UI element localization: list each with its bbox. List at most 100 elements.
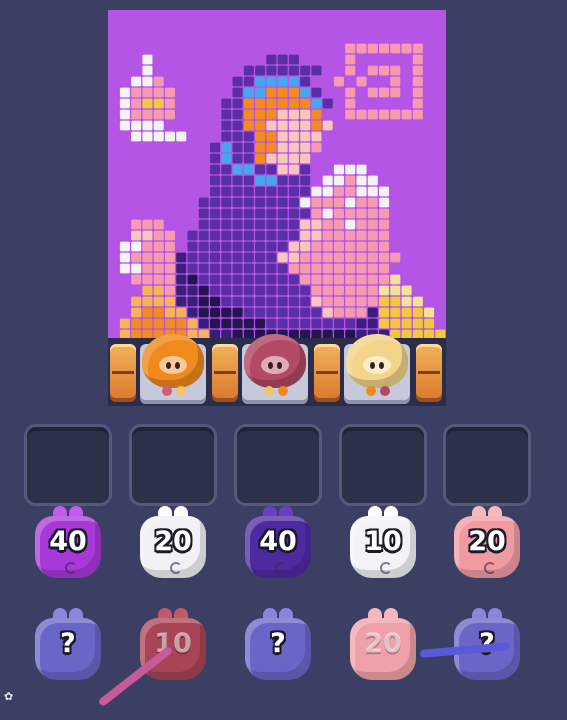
piggy-bank-front-2[interactable]: 20 [140, 506, 206, 578]
pixel-cell [131, 307, 142, 318]
pixel-cell [277, 241, 288, 252]
pixel-cell [221, 153, 232, 164]
piggy-bank-front-4[interactable]: 10 [350, 506, 416, 578]
pixel-cell [379, 230, 390, 241]
pixel-cell [142, 296, 153, 307]
pixel-cell [176, 120, 187, 131]
pixel-cell [288, 76, 299, 87]
pixel-cell [311, 318, 322, 329]
pixel-cell [345, 98, 356, 109]
pixel-cell [401, 76, 412, 87]
pixel-cell [153, 307, 164, 318]
pixel-art-grid [108, 10, 446, 340]
pixel-cell [333, 21, 344, 32]
empty-slot-5[interactable] [443, 424, 531, 506]
empty-slot-4[interactable] [339, 424, 427, 506]
pixel-cell [119, 263, 130, 274]
pixel-cell [108, 43, 119, 54]
pixel-cell [424, 318, 435, 329]
pixel-cell [210, 219, 221, 230]
empty-slot-3[interactable] [234, 424, 322, 506]
pixel-cell [243, 274, 254, 285]
pixel-cell [345, 252, 356, 263]
pixel-cell [232, 153, 243, 164]
pixel-cell [345, 219, 356, 230]
shelf-pig-2[interactable] [244, 334, 306, 396]
pixel-cell [390, 252, 401, 263]
pixel-cell [367, 252, 378, 263]
pixel-cell [198, 296, 209, 307]
piggy-count: 20 [154, 526, 192, 557]
pixel-cell [131, 296, 142, 307]
pixel-cell [153, 142, 164, 153]
pixel-cell [311, 87, 322, 98]
pixel-cell [435, 21, 446, 32]
pixel-cell [142, 120, 153, 131]
pixel-cell [187, 98, 198, 109]
pixel-cell [221, 241, 232, 252]
pixel-cell [153, 241, 164, 252]
pixel-cell [424, 32, 435, 43]
shelf-pig-1[interactable] [142, 334, 204, 396]
pixel-cell [435, 252, 446, 263]
pixel-cell [288, 54, 299, 65]
pixel-cell [142, 252, 153, 263]
empty-slot-1[interactable] [24, 424, 112, 506]
pixel-cell [153, 230, 164, 241]
pixel-cell [142, 87, 153, 98]
pixel-cell [367, 65, 378, 76]
pixel-cell [311, 263, 322, 274]
pixel-cell [266, 54, 277, 65]
pixel-cell [153, 197, 164, 208]
pixel-cell [176, 263, 187, 274]
pixel-cell [424, 197, 435, 208]
pixel-cell [164, 120, 175, 131]
pixel-cell [176, 109, 187, 120]
pixel-cell [221, 87, 232, 98]
pixel-cell [424, 131, 435, 142]
pixel-cell [311, 164, 322, 175]
pixel-cell [187, 21, 198, 32]
pixel-cell [232, 219, 243, 230]
pixel-cell [221, 307, 232, 318]
pixel-cell [142, 164, 153, 175]
pixel-cell [435, 131, 446, 142]
pixel-cell [210, 263, 221, 274]
pixel-cell [255, 87, 266, 98]
pixel-cell [288, 43, 299, 54]
pixel-cell [142, 98, 153, 109]
pixel-cell [164, 274, 175, 285]
pixel-cell [435, 164, 446, 175]
pixel-cell [187, 208, 198, 219]
pixel-cell [164, 175, 175, 186]
pixel-cell [266, 164, 277, 175]
shelf-slot-2[interactable] [242, 334, 308, 404]
pixel-cell [255, 120, 266, 131]
pixel-cell [119, 142, 130, 153]
pixel-cell [435, 175, 446, 186]
shelf-slot-1[interactable] [140, 334, 206, 404]
pixel-cell [322, 131, 333, 142]
pixel-cell [390, 43, 401, 54]
pixel-cell [424, 98, 435, 109]
empty-slot-2[interactable] [129, 424, 217, 506]
shelf-pig-3[interactable] [346, 334, 408, 396]
pixel-cell [221, 230, 232, 241]
piggy-bank-front-1[interactable]: 40 [35, 506, 101, 578]
piggy-bank-front-5[interactable]: 20 [454, 506, 520, 578]
pixel-cell [164, 318, 175, 329]
pixel-cell [142, 307, 153, 318]
pixel-cell [142, 10, 153, 21]
piggy-bank-front-3[interactable]: 40 [245, 506, 311, 578]
pixel-cell [356, 98, 367, 109]
pixel-cell [198, 230, 209, 241]
pixel-cell [367, 296, 378, 307]
pixel-cell [356, 65, 367, 76]
crate [110, 344, 136, 402]
shelf-slot-3[interactable] [344, 334, 410, 404]
pixel-cell [243, 142, 254, 153]
pixel-cell [255, 208, 266, 219]
pixel-cell [277, 219, 288, 230]
pixel-cell [379, 252, 390, 263]
pixel-cell [243, 219, 254, 230]
